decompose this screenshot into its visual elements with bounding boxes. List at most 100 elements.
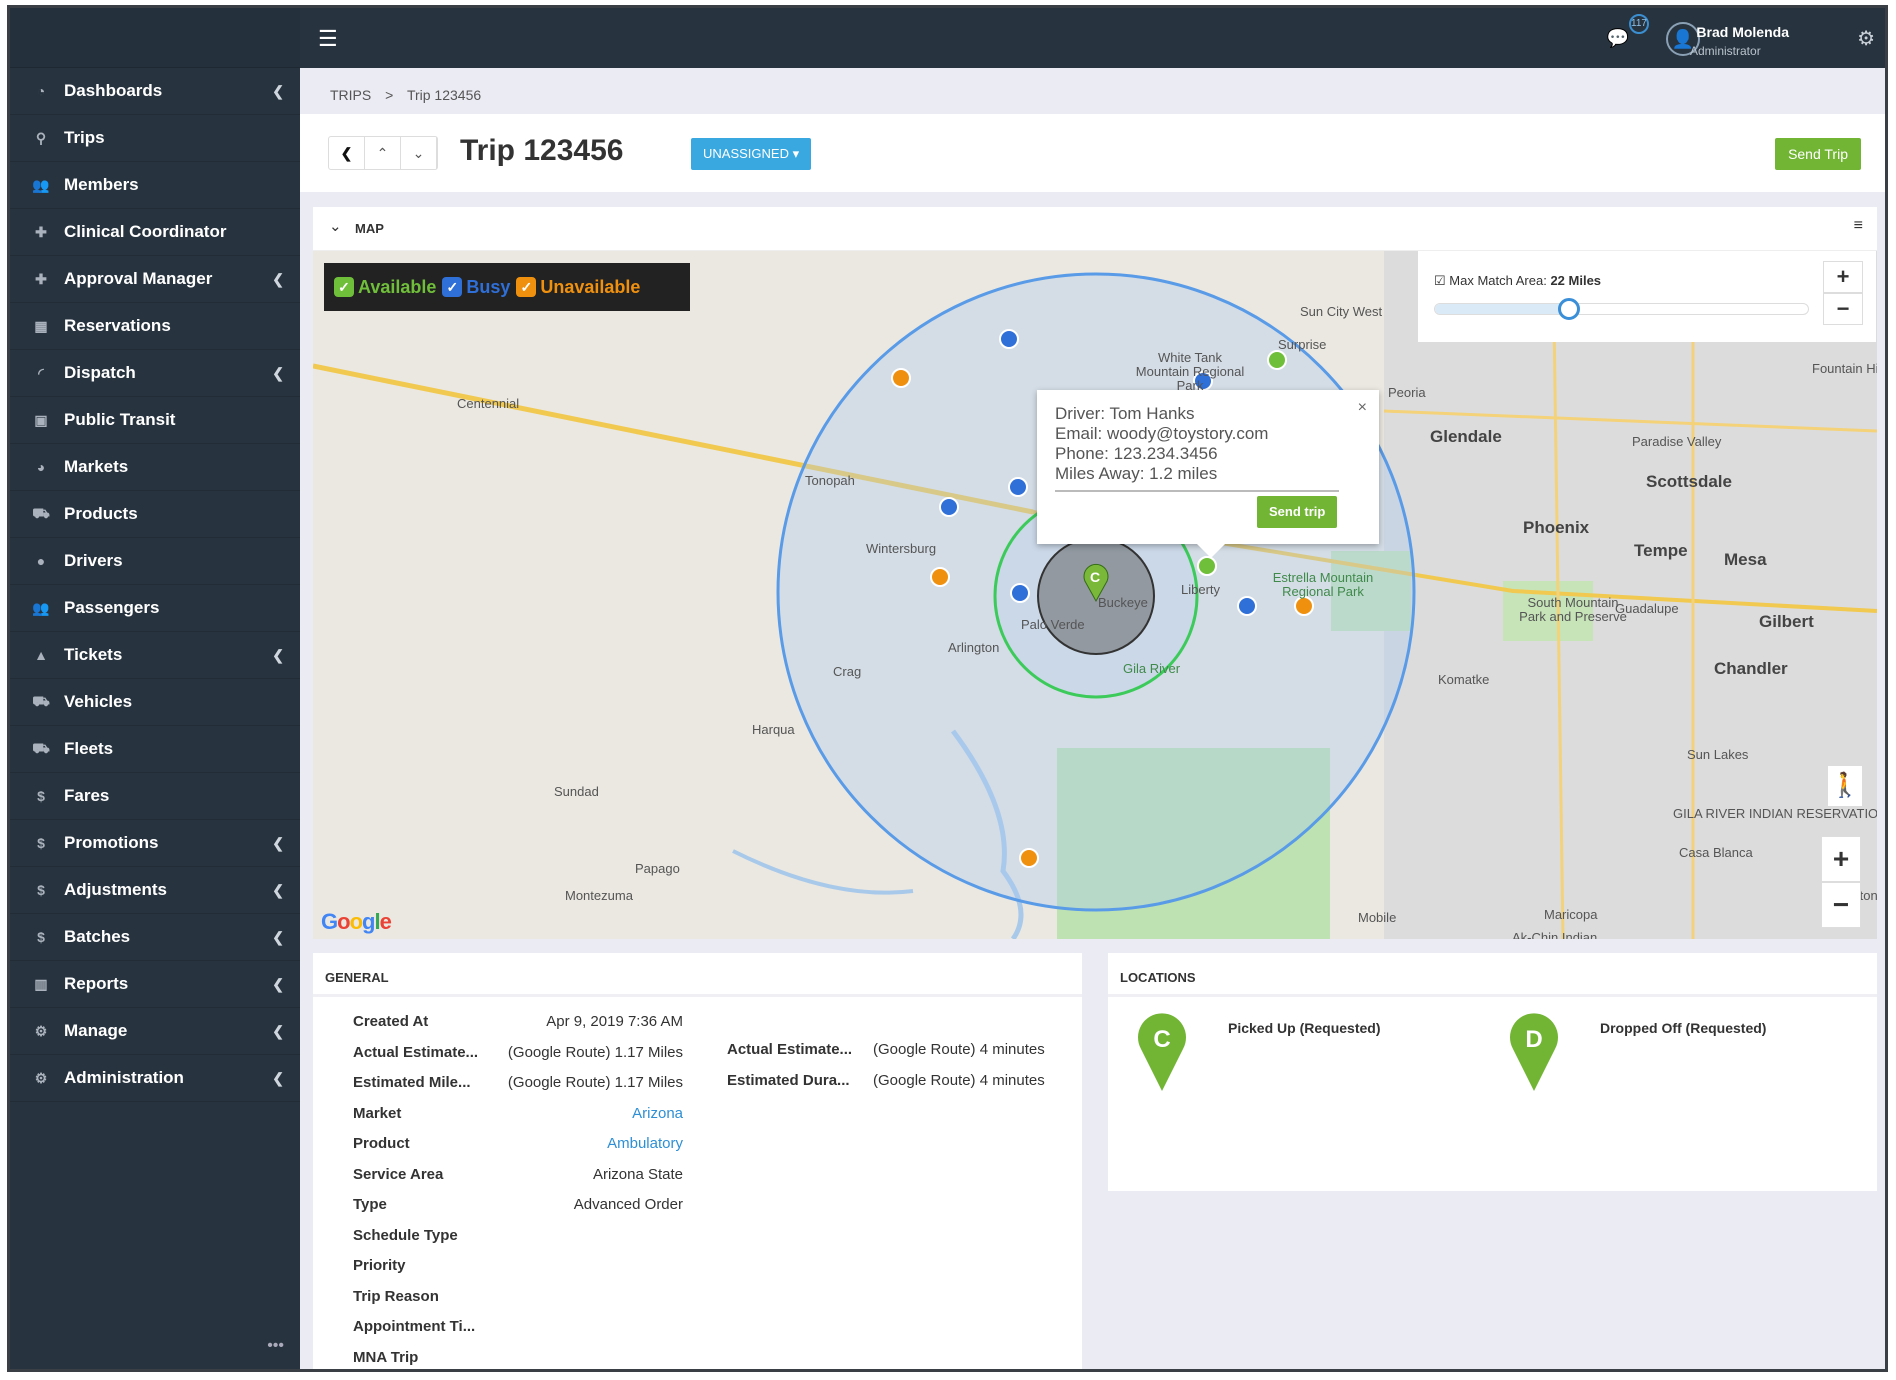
previous-button[interactable]: ⌃ — [365, 137, 401, 169]
chevron-left-icon: ❮ — [272, 975, 284, 992]
sidebar-item-approval-manager[interactable]: ✚ Approval Manager ❮ — [10, 256, 300, 303]
sidebar-item-clinical-coordinator[interactable]: ✚ Clinical Coordinator — [10, 209, 300, 256]
list-menu-icon[interactable]: ≡ — [1854, 217, 1863, 235]
breadcrumb-trips[interactable]: TRIPS — [330, 87, 371, 103]
sidebar-item-dispatch[interactable]: ◜ Dispatch ❮ — [10, 350, 300, 397]
map-place-label: Gilbert — [1759, 612, 1814, 631]
urban-area — [1384, 251, 1877, 939]
field-label: Created At — [353, 1013, 429, 1030]
next-button[interactable]: ⌄ — [401, 137, 437, 169]
sidebar-item-label: Reports — [64, 974, 129, 993]
chat-icon[interactable]: 💬 — [1607, 28, 1629, 49]
people-icon: 👥 — [32, 599, 50, 616]
driver-marker-unavailable[interactable] — [1019, 848, 1039, 868]
gears-icon: ⚙ — [34, 1069, 48, 1086]
sidebar-item-fleets[interactable]: ⛟ Fleets — [10, 726, 300, 773]
map-zoom-out-button[interactable]: − — [1821, 882, 1861, 928]
sidebar-item-reservations[interactable]: ▦ Reservations — [10, 303, 300, 350]
map-place-label: Casa Blanca — [1679, 845, 1753, 860]
field-value: (Google Route) 1.17 Miles — [507, 1074, 683, 1091]
driver-marker-busy[interactable] — [1008, 477, 1028, 497]
sidebar-item-administration[interactable]: ⚙ Administration ❮ — [10, 1055, 300, 1102]
map-panel-header[interactable]: ⌄ MAP ≡ — [313, 207, 1877, 251]
sidebar-item-promotions[interactable]: $ Promotions ❮ — [10, 820, 300, 867]
sidebar-item-tickets[interactable]: ▲ Tickets ❮ — [10, 632, 300, 679]
area-increase-button[interactable]: + — [1823, 261, 1863, 293]
general-header: GENERAL — [313, 953, 1082, 997]
field-value[interactable]: Arizona — [483, 1105, 683, 1122]
map-place-label: Liberty — [1181, 582, 1221, 597]
area-decrease-button[interactable]: − — [1823, 293, 1863, 325]
driver-marker-unavailable[interactable] — [930, 567, 950, 587]
sidebar-item-label: Dashboards — [64, 81, 163, 100]
driver-marker-busy[interactable] — [1010, 583, 1030, 603]
sidebar-item-markets[interactable]: ◕ Markets — [10, 444, 300, 491]
status-dropdown[interactable]: UNASSIGNED ▾ — [691, 138, 812, 170]
sidebar-item-label: Reservations — [64, 316, 171, 335]
legend-available[interactable]: ✓ Available — [334, 277, 436, 298]
checkbox-checked-icon[interactable]: ✓ — [334, 277, 354, 297]
max-match-value: 22 Miles — [1550, 273, 1602, 288]
driver-marker-available[interactable] — [1197, 556, 1217, 576]
field-value: Advanced Order — [573, 1196, 683, 1213]
sidebar-item-trips[interactable]: ⚲ Trips — [10, 115, 300, 162]
sidebar-item-manage[interactable]: ⚙ Manage ❮ — [10, 1008, 300, 1055]
legend-busy[interactable]: ✓ Busy — [442, 277, 510, 298]
chevron-down-icon[interactable]: ⌄ — [329, 217, 342, 235]
map[interactable]: C Centennial Tonopah Wintersburg Arlington C… — [313, 251, 1877, 939]
sidebar-item-public-transit[interactable]: ▣ Public Transit — [10, 397, 300, 444]
max-match-slider[interactable] — [1434, 298, 1809, 320]
close-icon[interactable]: × — [1358, 398, 1367, 418]
map-place-label: Sun Lakes — [1687, 747, 1749, 762]
sidebar-item-products[interactable]: ⛟ Products — [10, 491, 300, 538]
checkbox-checked-icon[interactable]: ✓ — [442, 277, 463, 297]
slider-fill — [1435, 304, 1570, 314]
driver-marker-busy[interactable] — [939, 497, 959, 517]
driver-marker-busy[interactable] — [1237, 596, 1257, 616]
sidebar-item-adjustments[interactable]: $ Adjustments ❮ — [10, 867, 300, 914]
sidebar-item-drivers[interactable]: ● Drivers — [10, 538, 300, 585]
map-place-label: Mobile — [1358, 910, 1397, 925]
checkbox-checked-icon[interactable]: ✓ — [516, 277, 537, 297]
max-match-label: Max Match Area: — [1449, 273, 1547, 288]
sidebar-item-label: Administration — [64, 1068, 184, 1087]
sidebar-item-reports[interactable]: ▥ Reports ❮ — [10, 961, 300, 1008]
slider-handle[interactable] — [1558, 298, 1581, 320]
map-place-label: Papago — [635, 861, 680, 876]
sidebar-item-vehicles[interactable]: ⛟ Vehicles — [10, 679, 300, 726]
more-icon[interactable]: ••• — [267, 1337, 284, 1355]
user-name[interactable]: Brad Molenda — [1696, 24, 1789, 40]
map-place-label: Phoenix — [1523, 518, 1590, 537]
field-value[interactable]: Ambulatory — [483, 1135, 683, 1152]
send-trip-button[interactable]: Send Trip — [1775, 138, 1861, 170]
sidebar-item-fares[interactable]: $ Fares — [10, 773, 300, 820]
field-value: (Google Route) 1.17 Miles — [507, 1043, 683, 1061]
legend-label: Busy — [466, 276, 511, 297]
sidebar-item-dashboards[interactable]: ◔ Dashboards ❮ — [10, 68, 300, 115]
people-icon: 👥 — [32, 176, 50, 193]
lock-icon: ▲ — [34, 647, 48, 663]
sidebar-item-batches[interactable]: $ Batches ❮ — [10, 914, 300, 961]
sidebar-item-label: Passengers — [64, 598, 160, 617]
sidebar-item-members[interactable]: 👥 Members — [10, 162, 300, 209]
hamburger-menu-icon[interactable]: ☰ — [318, 26, 338, 52]
title-bar: ❮ ⌃ ⌄ Trip 123456 UNASSIGNED ▾ Send Trip — [300, 114, 1885, 192]
driver-marker-unavailable[interactable] — [891, 368, 911, 388]
popup-phone: Phone: 123.234.3456 — [1055, 444, 1218, 463]
legend-label: Unavailable — [540, 276, 641, 297]
sidebar-item-passengers[interactable]: 👥 Passengers — [10, 585, 300, 632]
back-button[interactable]: ❮ — [329, 137, 365, 169]
driver-marker-busy[interactable] — [999, 329, 1019, 349]
driver-marker-available[interactable] — [1267, 350, 1287, 370]
checkbox-checked-icon[interactable]: ☑ — [1434, 273, 1446, 288]
popup-send-trip-button[interactable]: Send trip — [1257, 496, 1338, 528]
map-zoom-in-button[interactable]: + — [1821, 836, 1861, 882]
driver-status-legend: ✓ Available ✓ Busy ✓ Unavailable — [324, 263, 690, 311]
chevron-left-icon: ❮ — [272, 834, 284, 851]
gear-icon[interactable]: ⚙ — [1857, 26, 1875, 51]
breadcrumb-current: Trip 123456 — [406, 87, 482, 103]
street-view-pegman-icon[interactable]: 🚶 — [1828, 766, 1862, 806]
driver-marker-unavailable[interactable] — [1294, 596, 1314, 616]
location-pin-icon: C — [1138, 1013, 1186, 1091]
legend-unavailable[interactable]: ✓ Unavailable — [516, 277, 640, 298]
